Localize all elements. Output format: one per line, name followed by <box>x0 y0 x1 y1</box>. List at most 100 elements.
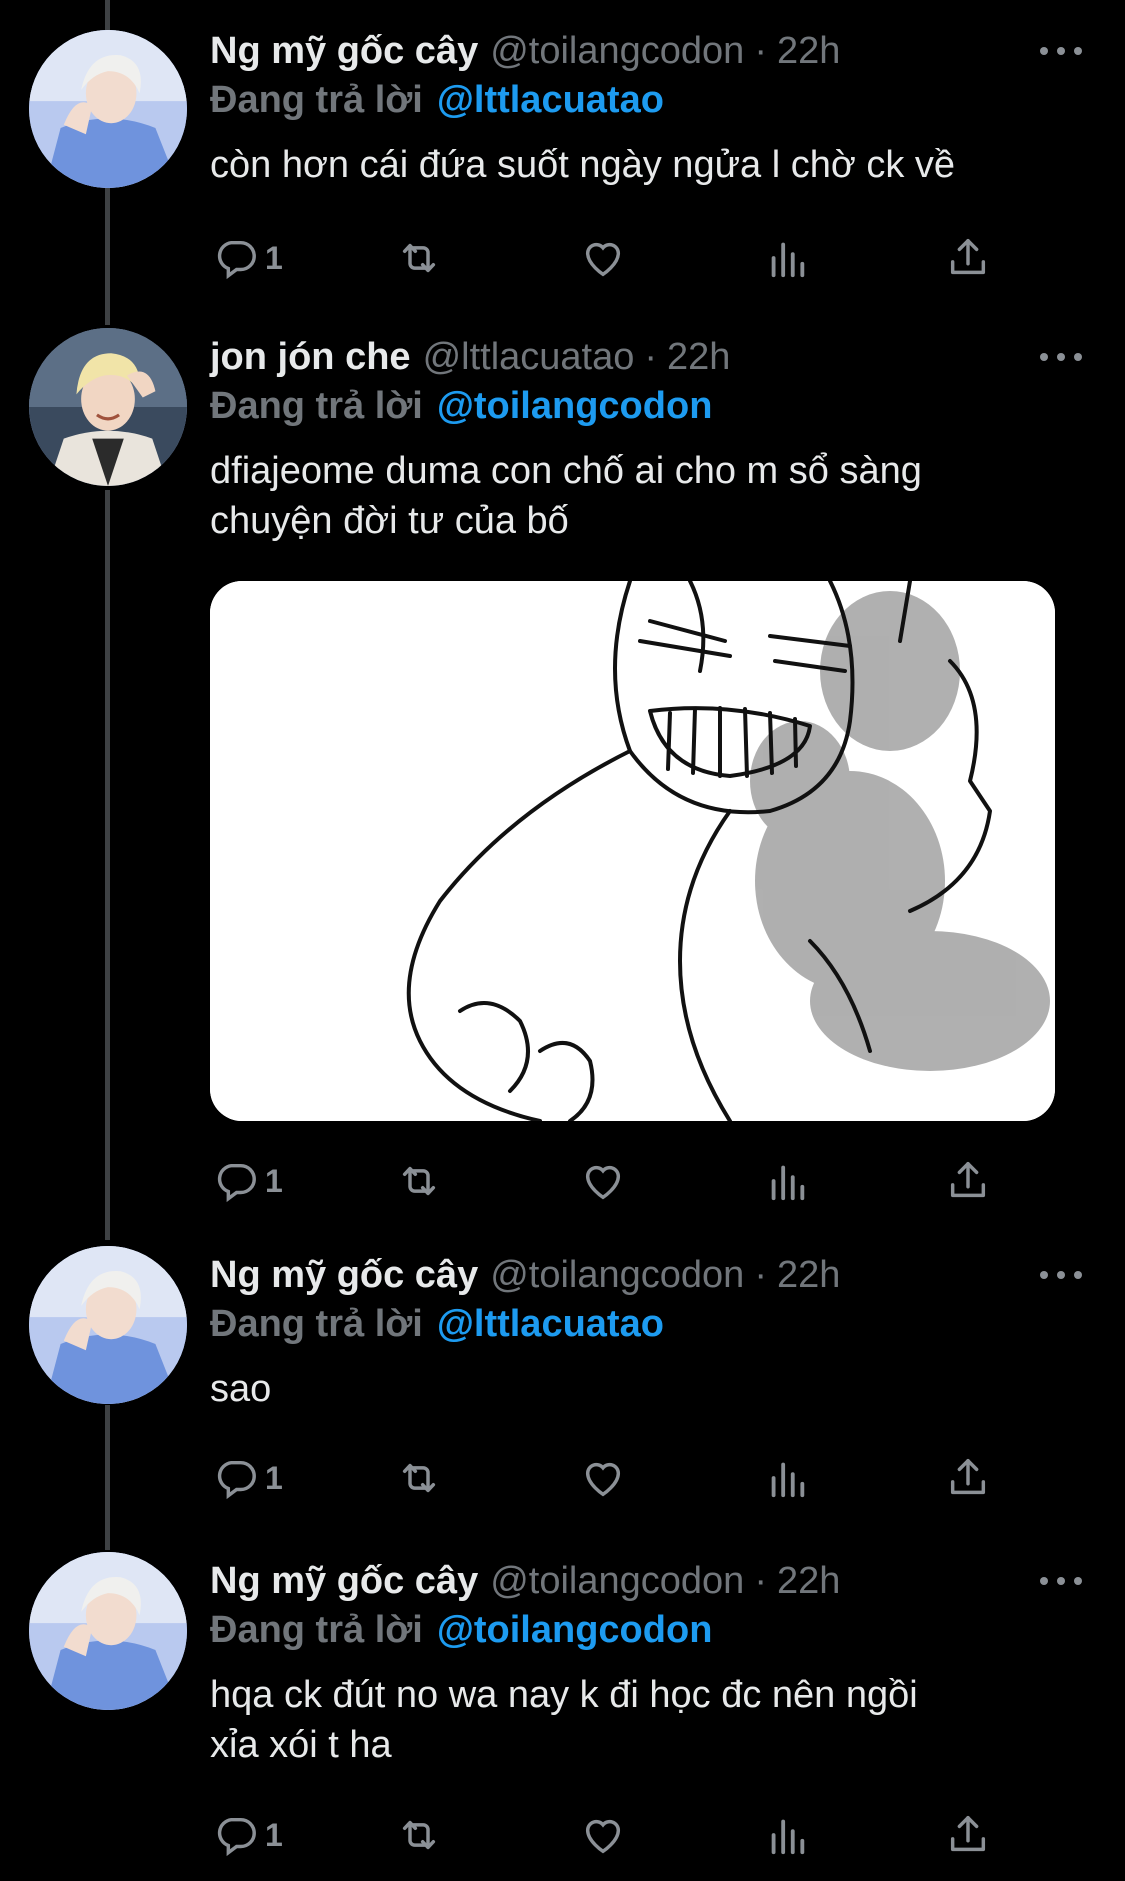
replying-to-label: Đang trả lời <box>210 1608 423 1651</box>
replying-to-label: Đang trả lời <box>210 384 423 427</box>
like-button[interactable] <box>580 1448 626 1508</box>
share-icon <box>945 1455 991 1501</box>
share-button[interactable] <box>945 1805 991 1865</box>
share-button[interactable] <box>945 1448 991 1508</box>
analytics-icon <box>764 1812 810 1858</box>
replying-to-link[interactable]: @toilangcodon <box>437 385 713 428</box>
replying-to: Đang trả lời @lttlacuatao <box>210 1298 664 1350</box>
reply-button[interactable]: 1 <box>213 1151 283 1211</box>
avatar[interactable] <box>29 1246 187 1404</box>
like-button[interactable] <box>580 1151 626 1211</box>
retweet-button[interactable] <box>396 1448 442 1508</box>
analytics-icon <box>764 1158 810 1204</box>
analytics-icon <box>764 1455 810 1501</box>
action-bar: 1 <box>0 1151 1125 1211</box>
like-icon <box>580 1158 626 1204</box>
replying-to-label: Đang trả lời <box>210 78 423 121</box>
retweet-button[interactable] <box>396 1151 442 1211</box>
timestamp[interactable]: 22h <box>777 1560 840 1603</box>
reply-button[interactable]: 1 <box>213 1805 283 1865</box>
tweet-text-line: xỉa xói t ha <box>210 1724 392 1766</box>
tweet-header: Ng mỹ gốc cây @toilangcodon · 22h <box>210 22 840 80</box>
retweet-button[interactable] <box>396 228 442 288</box>
user-handle[interactable]: @toilangcodon <box>490 1560 744 1603</box>
analytics-button[interactable] <box>764 228 810 288</box>
tweet-text-line: dfiajeome duma con chố ai cho m sổ sàng <box>210 450 922 492</box>
tweet-media-image[interactable] <box>210 581 1055 1121</box>
user-handle[interactable]: @toilangcodon <box>490 30 744 73</box>
display-name[interactable]: Ng mỹ gốc cây <box>210 30 478 73</box>
timestamp[interactable]: 22h <box>777 30 840 73</box>
replying-to-link[interactable]: @toilangcodon <box>437 1609 713 1652</box>
reply-icon <box>213 235 259 281</box>
more-icon[interactable] <box>1040 1268 1082 1282</box>
tweet-text-line: hqa ck đút no wa nay k đi học đc nên ngồ… <box>210 1674 918 1716</box>
action-bar: 1 <box>0 228 1125 288</box>
replying-to-link[interactable]: @lttlacuatao <box>437 1303 664 1346</box>
reply-icon <box>213 1812 259 1858</box>
tweet-text: dfiajeome duma con chố ai cho m sổ sàng … <box>210 446 1060 546</box>
retweet-icon <box>396 1812 442 1858</box>
more-icon[interactable] <box>1040 350 1082 364</box>
like-icon <box>580 1812 626 1858</box>
share-icon <box>945 235 991 281</box>
analytics-button[interactable] <box>764 1448 810 1508</box>
like-button[interactable] <box>580 1805 626 1865</box>
share-icon <box>945 1812 991 1858</box>
anime-sketch-image <box>210 581 1055 1121</box>
avatar[interactable] <box>29 30 187 188</box>
replying-to: Đang trả lời @toilangcodon <box>210 380 712 432</box>
separator: · <box>644 335 658 378</box>
reply-icon <box>213 1158 259 1204</box>
tweet-text-line: chuyện đời tư của bố <box>210 500 569 542</box>
tweet-header: jon jón che @lttlacuatao · 22h <box>210 328 730 386</box>
display-name[interactable]: Ng mỹ gốc cây <box>210 1560 478 1603</box>
tweet-text-line: còn hơn cái đứa suốt ngày ngửa l chờ ck … <box>210 144 956 186</box>
avatar[interactable] <box>29 1552 187 1710</box>
action-bar: 1 <box>0 1448 1125 1508</box>
like-button[interactable] <box>580 228 626 288</box>
share-button[interactable] <box>945 228 991 288</box>
reply-count: 1 <box>265 1816 283 1853</box>
separator: · <box>754 1253 767 1296</box>
display-name[interactable]: Ng mỹ gốc cây <box>210 1254 478 1297</box>
reply-button[interactable]: 1 <box>213 1448 283 1508</box>
retweet-icon <box>396 1158 442 1204</box>
user-handle[interactable]: @lttlacuatao <box>423 336 635 379</box>
share-icon <box>945 1158 991 1204</box>
analytics-button[interactable] <box>764 1805 810 1865</box>
timestamp[interactable]: 22h <box>667 336 730 379</box>
tweet-text-line: sao <box>210 1368 272 1410</box>
tweet-header: Ng mỹ gốc cây @toilangcodon · 22h <box>210 1246 840 1304</box>
like-icon <box>580 235 626 281</box>
display-name[interactable]: jon jón che <box>210 336 411 379</box>
analytics-button[interactable] <box>764 1151 810 1211</box>
tweet-text: sao <box>210 1364 1060 1414</box>
reply-count: 1 <box>265 1459 283 1496</box>
share-button[interactable] <box>945 1151 991 1211</box>
replying-to-link[interactable]: @lttlacuatao <box>437 79 664 122</box>
tweet-header: Ng mỹ gốc cây @toilangcodon · 22h <box>210 1552 840 1610</box>
reply-count: 1 <box>265 239 283 276</box>
like-icon <box>580 1455 626 1501</box>
reply-button[interactable]: 1 <box>213 228 283 288</box>
replying-to: Đang trả lời @lttlacuatao <box>210 74 664 126</box>
replying-to-label: Đang trả lời <box>210 1302 423 1345</box>
avatar[interactable] <box>29 328 187 486</box>
reply-count: 1 <box>265 1162 283 1199</box>
user-handle[interactable]: @toilangcodon <box>490 1254 744 1297</box>
more-icon[interactable] <box>1040 44 1082 58</box>
retweet-icon <box>396 1455 442 1501</box>
more-icon[interactable] <box>1040 1574 1082 1588</box>
action-bar: 1 <box>0 1805 1125 1865</box>
analytics-icon <box>764 235 810 281</box>
separator: · <box>754 1559 767 1602</box>
retweet-icon <box>396 235 442 281</box>
timestamp[interactable]: 22h <box>777 1254 840 1297</box>
replying-to: Đang trả lời @toilangcodon <box>210 1604 712 1656</box>
retweet-button[interactable] <box>396 1805 442 1865</box>
reply-icon <box>213 1455 259 1501</box>
tweet-text: còn hơn cái đứa suốt ngày ngửa l chờ ck … <box>210 140 1060 190</box>
separator: · <box>754 29 767 72</box>
thread-line <box>105 0 110 30</box>
